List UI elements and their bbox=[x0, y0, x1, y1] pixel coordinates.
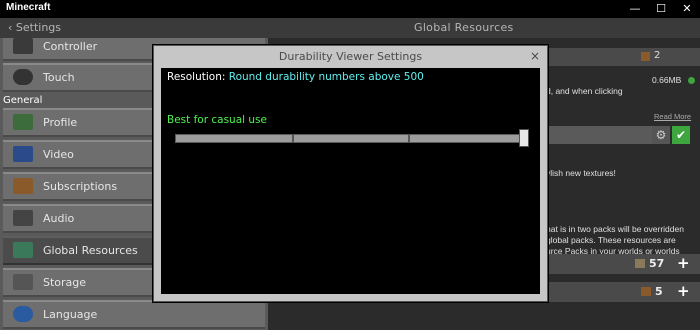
minimize-button[interactable]: — bbox=[622, 0, 648, 18]
maximize-button[interactable]: ☐ bbox=[648, 0, 674, 18]
pack-icon bbox=[641, 52, 650, 61]
durability-settings-dialog: Durability Viewer Settings × Resolution:… bbox=[153, 45, 548, 302]
sidebar-item-label: Controller bbox=[43, 40, 98, 53]
resolution-hint: Best for casual use bbox=[167, 114, 267, 126]
resolution-label-text: Resolution: bbox=[167, 71, 226, 83]
page-title: Global Resources bbox=[414, 21, 514, 34]
sidebar-item-label: Language bbox=[43, 308, 98, 321]
pack-count: 2 bbox=[654, 50, 661, 61]
pack-icon bbox=[641, 287, 651, 296]
screen-header: ‹ Settings Global Resources bbox=[0, 18, 700, 38]
dialog-content: Resolution: Round durability numbers abo… bbox=[161, 68, 540, 294]
slider-tick bbox=[292, 134, 294, 143]
info-line-2: global packs. These resources are bbox=[546, 235, 676, 245]
add-pack-button[interactable]: + bbox=[677, 282, 690, 300]
info-line-1: hat is in two packs will be overridden bbox=[546, 224, 684, 234]
pack-count: 5 bbox=[655, 285, 663, 298]
sidebar-item-label: Storage bbox=[43, 276, 87, 289]
global-resources-icon bbox=[13, 242, 33, 258]
storage-icon bbox=[13, 274, 33, 290]
resolution-label: Resolution: Round durability numbers abo… bbox=[167, 71, 424, 83]
search-input[interactable] bbox=[546, 126, 652, 144]
read-more-link[interactable]: Read More bbox=[654, 111, 691, 122]
chevron-left-icon: ‹ bbox=[8, 21, 13, 34]
sidebar-item-label: Profile bbox=[43, 116, 78, 129]
window-title: Minecraft bbox=[6, 2, 51, 13]
resolution-value: Round durability numbers above 500 bbox=[228, 71, 424, 83]
language-icon bbox=[13, 306, 33, 322]
dialog-title: Durability Viewer Settings bbox=[278, 50, 423, 63]
section-general: General bbox=[3, 95, 43, 106]
slider-tick bbox=[408, 134, 410, 143]
pack-size: 0.66MB bbox=[652, 75, 682, 85]
back-label: Settings bbox=[15, 21, 62, 34]
close-dialog-button[interactable]: × bbox=[530, 49, 540, 63]
sidebar-item-label: Touch bbox=[43, 71, 75, 84]
pack-row-1[interactable]: 57 + bbox=[545, 254, 700, 274]
back-button[interactable]: ‹ Settings bbox=[8, 21, 61, 34]
pack-description: ylish new textures! bbox=[546, 168, 616, 178]
add-pack-button[interactable]: + bbox=[677, 254, 690, 272]
sidebar-item-label: Subscriptions bbox=[43, 180, 118, 193]
sidebar-item-language[interactable]: Language bbox=[3, 300, 265, 329]
pack-count: 57 bbox=[649, 257, 665, 270]
pack-row-2[interactable]: 5 + bbox=[545, 282, 700, 302]
profile-icon bbox=[13, 114, 33, 130]
sidebar-item-label: Global Resources bbox=[43, 244, 138, 257]
pack-header-bar: 2 bbox=[545, 48, 700, 66]
resolution-slider-handle[interactable] bbox=[519, 129, 529, 147]
video-icon bbox=[13, 146, 33, 162]
gear-icon[interactable]: ⚙ bbox=[652, 126, 670, 144]
window-titlebar: Minecraft — ☐ ✕ bbox=[0, 0, 700, 18]
description-text: d, and when clicking bbox=[546, 86, 623, 96]
status-dot-icon bbox=[688, 77, 695, 84]
touch-icon bbox=[13, 69, 33, 85]
sidebar-item-label: Video bbox=[43, 148, 74, 161]
close-window-button[interactable]: ✕ bbox=[674, 0, 700, 18]
confirm-button[interactable]: ✔ bbox=[672, 126, 690, 144]
controller-icon bbox=[13, 38, 33, 54]
pack-icon bbox=[635, 259, 645, 268]
sidebar-item-label: Audio bbox=[43, 212, 75, 225]
resolution-slider-track[interactable] bbox=[175, 134, 525, 143]
subscriptions-icon bbox=[13, 178, 33, 194]
audio-icon bbox=[13, 210, 33, 226]
